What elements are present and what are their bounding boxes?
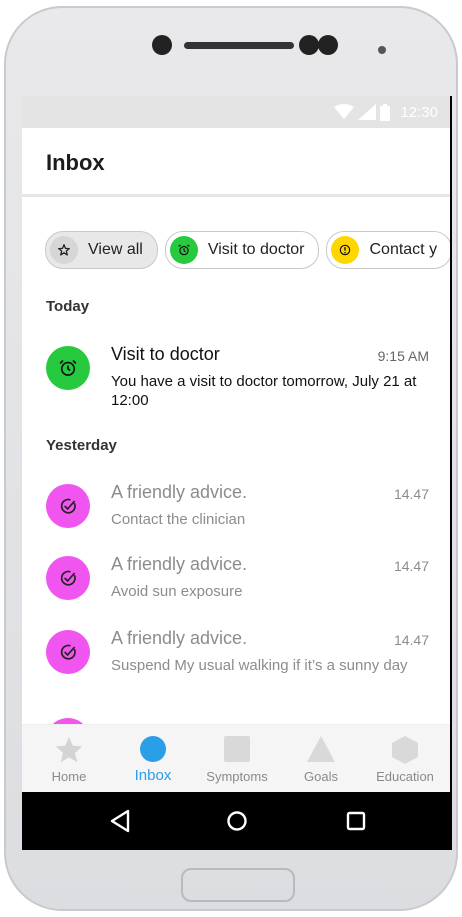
message-title: A friendly advice. <box>111 554 248 574</box>
recents-square-icon <box>346 811 366 831</box>
check-circle-icon <box>46 556 90 600</box>
message-item[interactable]: A friendly advice. 14.47 Avoid sun expos… <box>22 552 450 612</box>
message-item[interactable]: Visit to doctor 9:15 AM You have a visit… <box>22 342 450 414</box>
wifi-icon <box>334 104 355 119</box>
battery-icon <box>380 103 391 121</box>
page-title: Inbox <box>46 150 105 175</box>
tab-label: Home <box>51 769 87 784</box>
message-time: 14.47 <box>393 632 429 648</box>
tab-home[interactable]: Home <box>26 725 112 792</box>
message-title: A friendly advice. <box>111 482 248 502</box>
home-circle-icon <box>227 811 247 831</box>
alarm-clock-icon <box>169 236 198 264</box>
message-item[interactable]: A friendly advice. 14.47 Contact the cli… <box>22 480 450 540</box>
light-sensor <box>318 35 338 55</box>
phone-screen: 12:30 Inbox View all Visit to doctor Con… <box>22 96 452 850</box>
back-triangle-icon <box>110 809 130 833</box>
chip-contact[interactable]: Contact y <box>326 231 450 269</box>
section-header-yesterday: Yesterday <box>46 437 117 454</box>
status-time: 12:30 <box>400 103 438 121</box>
chip-visit-to-doctor[interactable]: Visit to doctor <box>164 231 320 269</box>
recents-button[interactable] <box>340 805 372 837</box>
home-button[interactable] <box>221 805 253 837</box>
star-icon <box>55 736 83 763</box>
chip-label: Visit to doctor <box>207 241 305 258</box>
message-body: Suspend My usual walking if it’s a sunny… <box>111 657 408 674</box>
tab-inbox[interactable]: Inbox <box>110 725 196 792</box>
message-time: 9:15 AM <box>377 348 429 364</box>
message-body: Avoid sun exposure <box>111 583 243 600</box>
hardware-home-button[interactable] <box>181 868 295 902</box>
tab-label: Education <box>376 769 434 784</box>
tab-label: Inbox <box>134 767 172 784</box>
tab-label: Symptoms <box>206 769 268 784</box>
app-screen: 12:30 Inbox View all Visit to doctor Con… <box>22 96 450 792</box>
proximity-sensor <box>299 35 319 55</box>
check-circle-icon <box>46 484 90 528</box>
chip-label: Contact y <box>369 241 438 258</box>
hexagon-icon <box>392 736 418 764</box>
status-icons: 12:30 <box>334 103 438 121</box>
chip-view-all[interactable]: View all <box>45 231 158 269</box>
bottom-tab-bar: Home Inbox Symptoms Goals Education <box>22 724 450 792</box>
message-body: You have a visit to doctor tomorrow, Jul… <box>111 373 417 409</box>
message-time: 14.47 <box>393 486 429 502</box>
section-header-today: Today <box>46 298 90 315</box>
square-icon <box>224 736 250 762</box>
tab-symptoms[interactable]: Symptoms <box>194 725 280 792</box>
tab-goals[interactable]: Goals <box>278 725 364 792</box>
circle-icon <box>140 736 166 762</box>
tab-education[interactable]: Education <box>362 725 448 792</box>
message-title: Visit to doctor <box>111 344 220 364</box>
phone-frame: 12:30 Inbox View all Visit to doctor Con… <box>4 6 458 911</box>
message-item[interactable]: A friendly advice. 14.47 Suspend My usua… <box>22 626 450 706</box>
cellular-signal-icon <box>358 104 377 120</box>
alert-icon <box>331 236 360 264</box>
system-navigation-bar <box>22 792 452 850</box>
filter-chips: View all Visit to doctor Contact y <box>45 231 450 269</box>
message-title: A friendly advice. <box>111 628 248 648</box>
message-body: Contact the clinician <box>111 511 246 528</box>
tab-label: Goals <box>304 769 338 784</box>
status-bar: 12:30 <box>22 96 450 128</box>
alarm-clock-icon <box>46 346 90 390</box>
notification-led <box>378 46 386 54</box>
back-button[interactable] <box>104 805 136 837</box>
triangle-icon <box>307 736 335 762</box>
app-bar: Inbox <box>22 128 450 197</box>
message-time: 14.47 <box>393 558 429 574</box>
earpiece-speaker <box>184 42 294 49</box>
check-circle-icon <box>46 630 90 674</box>
star-icon <box>50 236 78 264</box>
front-camera <box>152 35 172 55</box>
chip-label: View all <box>88 241 143 258</box>
